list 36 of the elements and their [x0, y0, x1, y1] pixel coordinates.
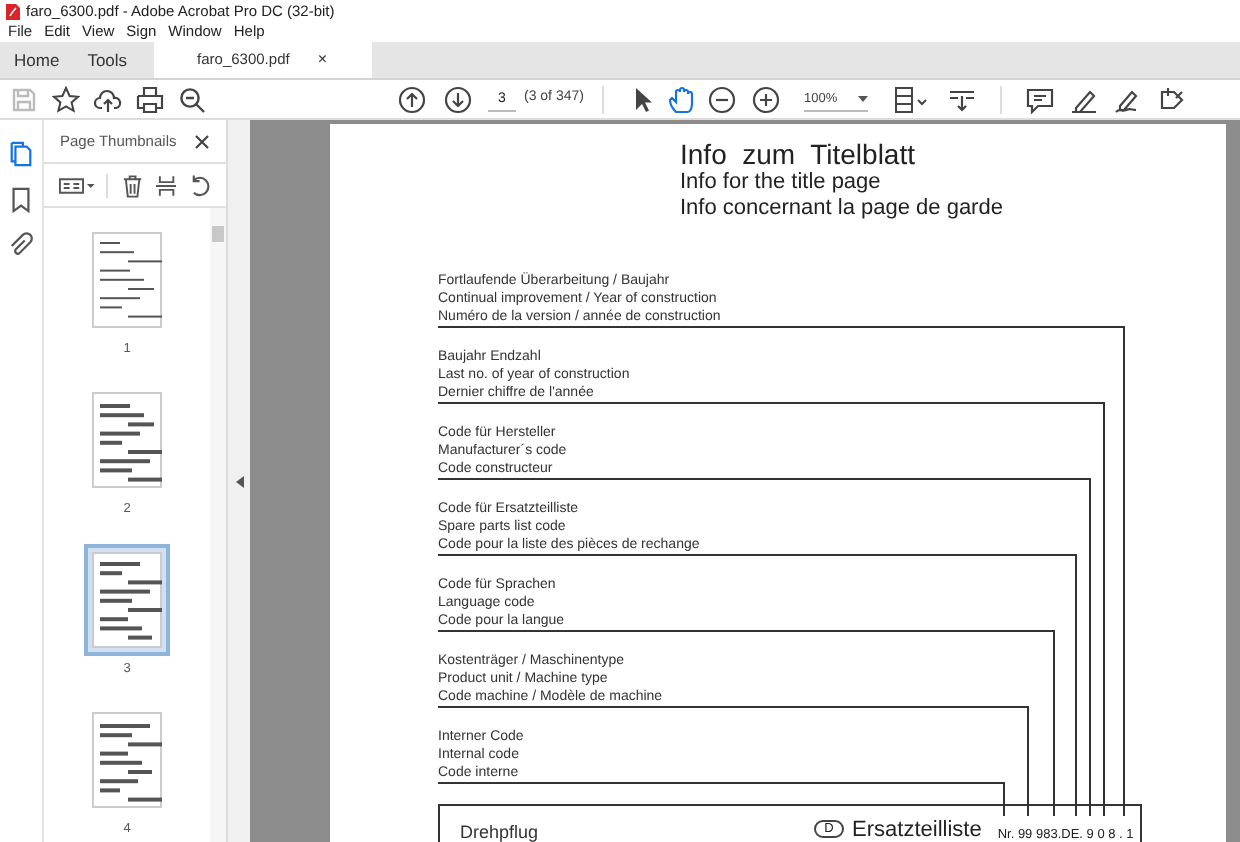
- paperclip-icon[interactable]: [8, 232, 34, 260]
- thumbnail-options-icon[interactable]: [58, 175, 97, 195]
- rotate-icon[interactable]: [188, 173, 212, 197]
- print-icon[interactable]: [136, 85, 164, 113]
- sign-icon[interactable]: [1113, 85, 1142, 113]
- zoom-out-icon[interactable]: [178, 85, 206, 113]
- tab[interactable]: Tools: [73, 42, 142, 78]
- document-title: Info zum Titelblatt: [680, 140, 917, 170]
- comment-icon[interactable]: [1025, 85, 1054, 113]
- page-thumbnail[interactable]: [84, 544, 170, 656]
- trash-icon[interactable]: [122, 173, 144, 197]
- close-icon[interactable]: [194, 133, 210, 149]
- close-tab-button[interactable]: ×: [317, 48, 327, 72]
- list-title: Ersatzteilliste: [852, 820, 982, 842]
- bookmark-icon[interactable]: [8, 186, 34, 214]
- tab[interactable]: Home: [0, 42, 74, 78]
- previous-page-icon[interactable]: [398, 85, 426, 113]
- fit-page-icon[interactable]: [891, 85, 928, 113]
- pdf-icon: [6, 3, 20, 19]
- star-icon[interactable]: [52, 85, 80, 113]
- stamp-icon[interactable]: [1157, 85, 1186, 113]
- zoom-in-icon[interactable]: [751, 85, 780, 113]
- machine-name: Drehpflug: [460, 820, 539, 842]
- next-page-icon[interactable]: [444, 85, 472, 113]
- scroll-mode-icon[interactable]: [947, 85, 976, 113]
- scrollbar[interactable]: [210, 208, 226, 842]
- document-subtitle: Info for the title page: [680, 170, 883, 196]
- collapse-arrow-icon[interactable]: [235, 475, 243, 487]
- zoom-out-icon[interactable]: [707, 85, 736, 113]
- document-subtitle: Info concernant la page de garde: [680, 196, 1005, 222]
- extract-pages-icon[interactable]: [155, 173, 177, 197]
- page-stack-icon[interactable]: [8, 140, 34, 168]
- upload-cloud-icon[interactable]: [94, 85, 122, 113]
- caret-icon[interactable]: [857, 95, 868, 101]
- pen-icon[interactable]: [1069, 85, 1098, 113]
- hand-tool-icon[interactable]: [667, 85, 696, 113]
